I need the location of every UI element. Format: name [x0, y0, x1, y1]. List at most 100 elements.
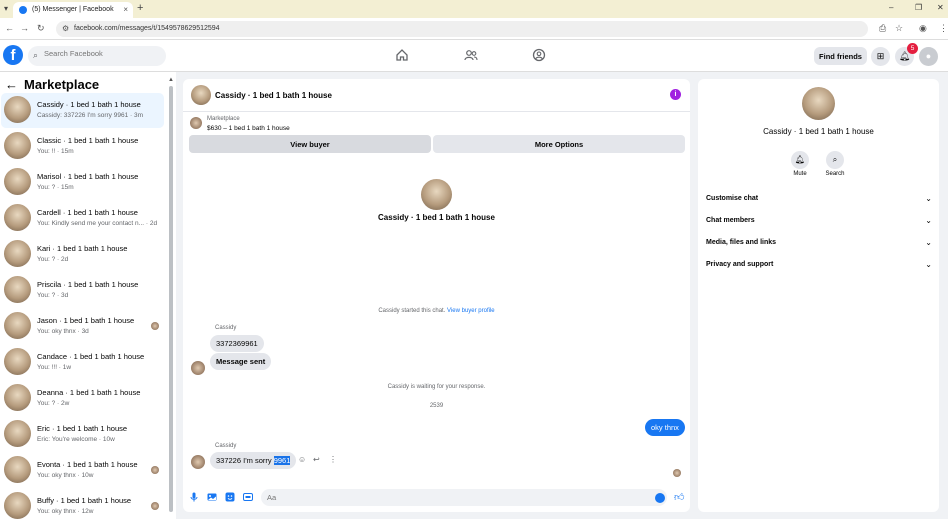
emoji-icon[interactable]: [655, 493, 665, 503]
sender-avatar[interactable]: [191, 455, 205, 469]
conversation-item[interactable]: Priscila · 1 bed 1 bath 1 house You: ? · …: [1, 273, 164, 308]
back-icon[interactable]: ←: [5, 23, 14, 33]
marketplace-label: Marketplace: [207, 116, 240, 122]
conversation-avatar: [4, 132, 31, 159]
url-field[interactable]: ⚙ facebook.com/messages/t/15495786295125…: [56, 21, 868, 37]
sidebar-title: Marketplace: [24, 77, 100, 92]
profile-icon[interactable]: ◉: [919, 23, 927, 34]
chat-started-notice: Cassidy started this chat. View buyer pr…: [183, 308, 690, 314]
reload-icon[interactable]: ↻: [37, 23, 45, 34]
view-buyer-profile-link[interactable]: View buyer profile: [447, 308, 495, 314]
window-close-icon[interactable]: ✕: [937, 3, 944, 12]
menu-grid-icon[interactable]: ⊞: [871, 47, 890, 66]
maximize-icon[interactable]: ❐: [915, 3, 922, 12]
forward-icon[interactable]: →: [20, 23, 29, 33]
mute-bell-icon[interactable]: 🔔︎: [791, 151, 809, 169]
info-icon[interactable]: i: [670, 89, 681, 100]
facebook-search[interactable]: ⌕: [28, 46, 166, 66]
bookmark-star-icon[interactable]: ☆: [895, 23, 903, 34]
site-info-icon[interactable]: ⚙: [62, 24, 69, 33]
conversation-item[interactable]: Buffy · 1 bed 1 bath 1 house You: oky thn…: [1, 489, 164, 519]
tab-search-icon[interactable]: ▾: [0, 0, 12, 18]
conversation-preview: You: !!! · 1w: [37, 364, 72, 371]
conversation-item[interactable]: Marisol · 1 bed 1 bath 1 house You: ? · 1…: [1, 165, 164, 200]
details-section-label: Chat members: [706, 217, 755, 224]
read-receipt-avatar: [673, 469, 681, 477]
details-section-row[interactable]: Chat members ⌄: [706, 215, 932, 229]
more-options-button[interactable]: More Options: [433, 135, 685, 153]
view-buyer-button[interactable]: View buyer: [189, 135, 431, 153]
address-bar-row: ← → ↻ ⚙ facebook.com/messages/t/15495786…: [0, 18, 948, 40]
details-section-row[interactable]: Customise chat ⌄: [706, 193, 932, 207]
more-actions-icon[interactable]: ⋮: [329, 455, 337, 464]
conversation-name: Priscila · 1 bed 1 bath 1 house: [37, 280, 139, 289]
groups-icon[interactable]: [532, 48, 546, 62]
my-message-bubble[interactable]: oky thnx: [645, 419, 685, 436]
listing-price-title[interactable]: $630 – 1 bed 1 bath 1 house: [207, 125, 290, 132]
sidebar-scrollbar[interactable]: [169, 86, 173, 512]
conversation-item[interactable]: Evonta · 1 bed 1 bath 1 house You: oky th…: [1, 453, 164, 488]
friends-icon[interactable]: [464, 48, 478, 62]
url-text: facebook.com/messages/t/1549578629512594: [74, 25, 220, 32]
react-emoji-icon[interactable]: ☺: [298, 455, 306, 464]
install-app-icon[interactable]: ⎙: [879, 23, 886, 34]
browser-tab[interactable]: (5) Messenger | Facebook ×: [13, 2, 133, 18]
details-name: Cassidy · 1 bed 1 bath 1 house: [763, 127, 874, 136]
conversation-item[interactable]: Candace · 1 bed 1 bath 1 house You: !!! ·…: [1, 345, 164, 380]
details-section-row[interactable]: Media, files and links ⌄: [706, 237, 932, 251]
conversation-preview: You: !! · 15m: [37, 148, 74, 155]
minimize-icon[interactable]: –: [889, 3, 893, 12]
conversation-name: Evonta · 1 bed 1 bath 1 house: [37, 460, 138, 469]
facebook-logo-icon[interactable]: f: [3, 45, 23, 65]
search-input[interactable]: [44, 49, 162, 58]
thumbs-up-icon[interactable]: 👍︎: [674, 491, 684, 503]
facebook-header: f ⌕ Find friends ⊞ 🔔︎ 5 ●: [0, 40, 948, 72]
conversation-avatar: [4, 492, 31, 519]
account-avatar[interactable]: ●: [919, 47, 938, 66]
mute-label: Mute: [793, 171, 807, 177]
conversation-preview: Cassidy: 337226 I'm sorry 9961 · 3m: [37, 112, 144, 119]
conversation-preview: You: oky thnx · 10w: [37, 472, 94, 479]
gif-icon[interactable]: [243, 492, 253, 502]
find-friends-button[interactable]: Find friends: [814, 47, 867, 65]
marketplace-conversation-list: ← Marketplace Cassidy · 1 bed 1 bath 1 ho…: [0, 72, 176, 519]
conversation-item[interactable]: Jason · 1 bed 1 bath 1 house You: oky thn…: [1, 309, 164, 344]
message-composer: 👍︎: [183, 483, 690, 511]
microphone-icon[interactable]: [189, 492, 199, 502]
chevron-down-icon: ⌄: [925, 238, 932, 247]
search-conversation-icon[interactable]: ⌕: [826, 151, 844, 169]
conversation-name: Eric · 1 bed 1 bath 1 house: [37, 424, 128, 433]
conversation-name: Cardell · 1 bed 1 bath 1 house: [37, 208, 138, 217]
conversation-item[interactable]: Kari · 1 bed 1 bath 1 house You: ? · 2d: [1, 237, 164, 272]
reply-icon[interactable]: ↩: [313, 455, 320, 464]
message-bubble[interactable]: 337226 I'm sorry 9961: [210, 452, 297, 469]
message-bubble[interactable]: Message sent: [210, 353, 272, 370]
chat-header-name[interactable]: Cassidy · 1 bed 1 bath 1 house: [215, 91, 332, 100]
conversation-preview: You: ? · 3d: [37, 292, 69, 299]
back-arrow-icon[interactable]: ←: [5, 77, 18, 92]
conversation-item[interactable]: Eric · 1 bed 1 bath 1 house Eric: You're …: [1, 417, 164, 452]
conversation-item[interactable]: Cardell · 1 bed 1 bath 1 house You: Kindl…: [1, 201, 164, 236]
sticker-icon[interactable]: [225, 492, 235, 502]
scroll-up-icon[interactable]: ▲: [168, 77, 174, 83]
contact-profile-avatar[interactable]: [421, 179, 452, 210]
conversation-item[interactable]: Classic · 1 bed 1 bath 1 house You: !! · …: [1, 129, 164, 164]
details-avatar[interactable]: [802, 87, 835, 120]
details-section-row[interactable]: Privacy and support ⌄: [706, 259, 932, 273]
tab-close-icon[interactable]: ×: [123, 5, 128, 14]
listing-thumbnail[interactable]: [190, 117, 202, 129]
sender-avatar[interactable]: [191, 361, 205, 375]
notification-badge: 5: [907, 43, 918, 54]
conversation-name: Classic · 1 bed 1 bath 1 house: [37, 136, 139, 145]
message-input[interactable]: [261, 489, 667, 506]
chat-header-avatar[interactable]: [191, 85, 211, 105]
conversation-item[interactable]: Cassidy · 1 bed 1 bath 1 house Cassidy: 3…: [1, 93, 164, 128]
new-tab-button[interactable]: +: [137, 2, 143, 14]
conversation-avatar: [4, 312, 31, 339]
photo-icon[interactable]: [207, 492, 217, 502]
home-icon[interactable]: [395, 48, 409, 62]
message-bubble[interactable]: 3372369961: [210, 335, 264, 352]
browser-menu-icon[interactable]: ⋮: [939, 23, 948, 34]
conversation-item[interactable]: Deanna · 1 bed 1 bath 1 house You: ? · 2w: [1, 381, 164, 416]
conversation-avatar: [4, 384, 31, 411]
